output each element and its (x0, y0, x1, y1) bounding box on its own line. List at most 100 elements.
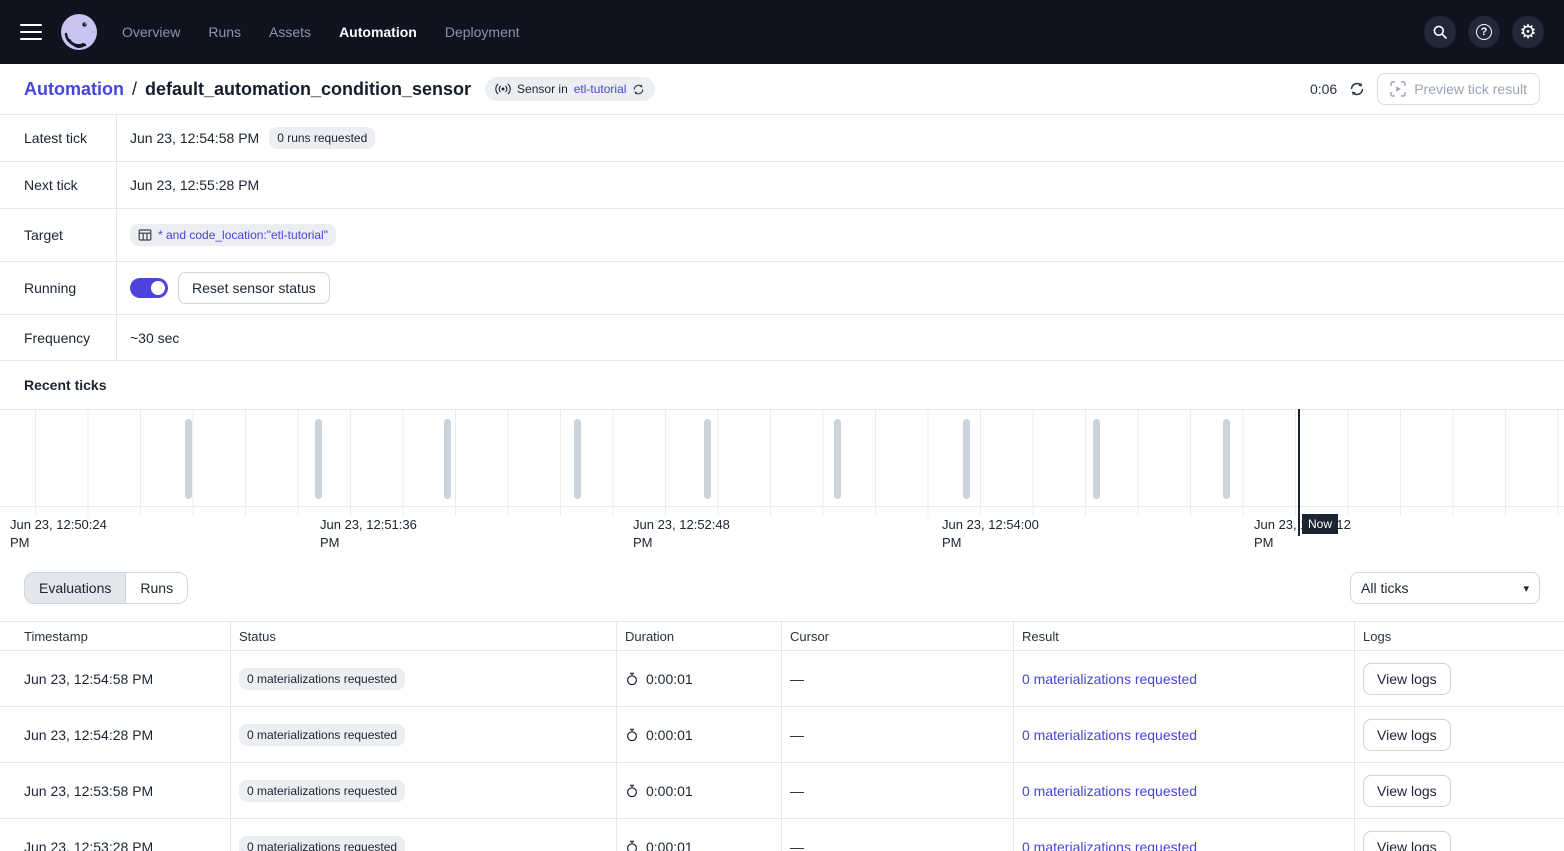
evaluations-table: Timestamp Status Duration Cursor Result … (0, 621, 1564, 851)
top-nav: Overview Runs Assets Automation Deployme… (0, 0, 1564, 64)
reset-sensor-status-button[interactable]: Reset sensor status (178, 272, 330, 304)
col-header-duration: Duration (616, 621, 781, 651)
search-button[interactable] (1424, 16, 1456, 48)
duration-value: 0:00:01 (646, 783, 693, 799)
view-logs-button[interactable]: View logs (1363, 663, 1451, 695)
eval-logs-3: View logs (1354, 819, 1564, 851)
search-icon (1432, 24, 1448, 40)
stopwatch-icon (625, 784, 639, 798)
recent-ticks-heading: Recent ticks (0, 361, 1564, 409)
running-toggle[interactable] (130, 278, 168, 298)
nav-item-deployment[interactable]: Deployment (445, 24, 520, 40)
result-link[interactable]: 0 materializations requested (1022, 783, 1197, 799)
page-header: Automation / default_automation_conditio… (0, 64, 1564, 115)
target-label: Target (0, 209, 117, 261)
axis-tick-label: Jun 23, 12:54:00 PM (942, 516, 1044, 552)
tick-bar[interactable] (1223, 419, 1230, 499)
view-logs-button[interactable]: View logs (1363, 719, 1451, 751)
view-logs-button[interactable]: View logs (1363, 831, 1451, 851)
eval-status-1: 0 materializations requested (230, 707, 616, 763)
sensor-badge-label: Sensor in (517, 82, 568, 96)
eval-cursor-0: — (781, 651, 1013, 707)
tick-bar[interactable] (185, 419, 192, 499)
eval-result-1: 0 materializations requested (1013, 707, 1354, 763)
refresh-countdown: 0:06 (1310, 81, 1337, 97)
status-badge: 0 materializations requested (239, 724, 405, 746)
asset-table-icon (138, 228, 152, 242)
view-switcher: Evaluations Runs (24, 572, 188, 604)
eval-timestamp-3: Jun 23, 12:53:28 PM (0, 819, 230, 851)
sync-icon[interactable] (632, 83, 645, 96)
menu-icon[interactable] (20, 24, 42, 40)
sensor-details: Latest tick Jun 23, 12:54:58 PM 0 runs r… (0, 115, 1564, 361)
eval-cursor-2: — (781, 763, 1013, 819)
stopwatch-icon (625, 672, 639, 686)
header-actions: 0:06 Preview tick result (1310, 73, 1540, 105)
tick-bar[interactable] (444, 419, 451, 499)
cursor-value: — (790, 671, 804, 687)
help-icon: ? (1476, 24, 1492, 40)
nav-actions: ? ⚙ (1424, 16, 1544, 48)
breadcrumb-separator: / (132, 79, 137, 100)
target-row: Target * and code_location:"etl-tutorial… (0, 209, 1564, 262)
settings-button[interactable]: ⚙ (1512, 16, 1544, 48)
nav-item-assets[interactable]: Assets (269, 24, 311, 40)
latest-tick-row: Latest tick Jun 23, 12:54:58 PM 0 runs r… (0, 115, 1564, 162)
sensor-badge: Sensor in etl-tutorial (485, 77, 655, 101)
axis-tick-label: Jun 23, 12:51:36 PM (320, 516, 422, 552)
eval-timestamp-1: Jun 23, 12:54:28 PM (0, 707, 230, 763)
status-badge: 0 materializations requested (239, 780, 405, 802)
tab-runs[interactable]: Runs (125, 573, 187, 603)
tab-evaluations[interactable]: Evaluations (25, 573, 125, 603)
preview-button-label: Preview tick result (1414, 81, 1527, 97)
eval-status-3: 0 materializations requested (230, 819, 616, 851)
result-link[interactable]: 0 materializations requested (1022, 671, 1197, 687)
col-header-status: Status (230, 621, 616, 651)
target-selection-pill[interactable]: * and code_location:"etl-tutorial" (130, 224, 336, 246)
cursor-value: — (790, 839, 804, 851)
tick-bar[interactable] (963, 419, 970, 499)
stopwatch-icon (625, 728, 639, 742)
code-location-link[interactable]: etl-tutorial (574, 82, 627, 96)
main-nav-links: Overview Runs Assets Automation Deployme… (122, 24, 520, 40)
nav-item-runs[interactable]: Runs (208, 24, 241, 40)
nav-item-automation[interactable]: Automation (339, 24, 417, 40)
eval-timestamp-2: Jun 23, 12:53:58 PM (0, 763, 230, 819)
help-button[interactable]: ? (1468, 16, 1500, 48)
eval-result-3: 0 materializations requested (1013, 819, 1354, 851)
latest-tick-status-badge: 0 runs requested (269, 127, 375, 149)
running-label: Running (0, 262, 117, 314)
refresh-icon (1349, 81, 1365, 97)
eval-result-0: 0 materializations requested (1013, 651, 1354, 707)
tick-bar[interactable] (574, 419, 581, 499)
refresh-button[interactable] (1349, 81, 1365, 97)
col-header-result: Result (1013, 621, 1354, 651)
breadcrumb-automation-link[interactable]: Automation (24, 79, 124, 100)
eval-status-0: 0 materializations requested (230, 651, 616, 707)
result-link[interactable]: 0 materializations requested (1022, 727, 1197, 743)
running-row: Running Reset sensor status (0, 262, 1564, 315)
frequency-label: Frequency (0, 315, 117, 360)
tick-status-filter[interactable]: All ticks ▾ (1350, 572, 1540, 604)
eval-duration-3: 0:00:01 (616, 819, 781, 851)
tick-status-filter-value: All ticks (1361, 580, 1408, 596)
view-logs-button[interactable]: View logs (1363, 775, 1451, 807)
now-marker-line (1298, 409, 1300, 536)
tick-bar[interactable] (315, 419, 322, 499)
col-header-logs: Logs (1354, 621, 1564, 651)
tick-bar[interactable] (1093, 419, 1100, 499)
result-link[interactable]: 0 materializations requested (1022, 839, 1197, 851)
preview-tick-result-button[interactable]: Preview tick result (1377, 73, 1540, 105)
tick-bar[interactable] (704, 419, 711, 499)
next-tick-label: Next tick (0, 162, 117, 208)
next-tick-time: Jun 23, 12:55:28 PM (130, 177, 259, 193)
tick-bar[interactable] (834, 419, 841, 499)
col-header-timestamp: Timestamp (0, 621, 230, 651)
dagster-logo-icon[interactable] (60, 13, 98, 51)
eval-logs-0: View logs (1354, 651, 1564, 707)
status-badge: 0 materializations requested (239, 836, 405, 851)
frequency-value: ~30 sec (130, 330, 179, 346)
latest-tick-label: Latest tick (0, 115, 117, 161)
nav-item-overview[interactable]: Overview (122, 24, 180, 40)
frequency-row: Frequency ~30 sec (0, 315, 1564, 361)
